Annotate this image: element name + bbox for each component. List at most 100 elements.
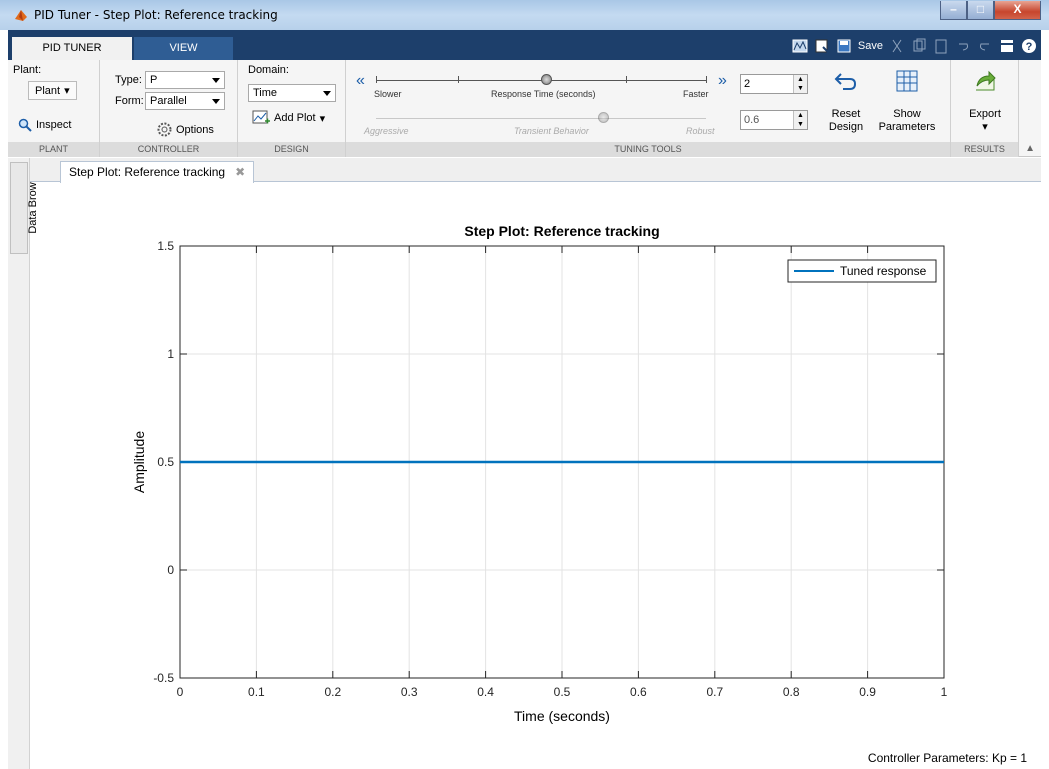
- export-icon: [976, 70, 996, 91]
- type-dropdown[interactable]: P: [145, 71, 225, 89]
- cut-icon[interactable]: [889, 38, 905, 54]
- export-label: Export: [969, 108, 1001, 120]
- y-tick-label: 1: [167, 347, 174, 361]
- controller-section-label: CONTROLLER: [100, 142, 237, 157]
- response-time-value: 2: [744, 78, 751, 90]
- plant-dropdown-value: Plant: [35, 84, 61, 97]
- inspect-label: Inspect: [36, 119, 72, 131]
- table-icon: [896, 70, 918, 92]
- x-tick-label: 0.7: [706, 685, 723, 699]
- inspect-button[interactable]: Inspect: [18, 118, 71, 132]
- export-button[interactable]: Export ▾: [959, 70, 1011, 134]
- chevron-down-icon: [212, 99, 220, 104]
- options-button[interactable]: Options: [157, 122, 214, 137]
- domain-value: Time: [253, 87, 278, 99]
- robust-label: Robust: [686, 126, 715, 136]
- add-plot-button[interactable]: Add Plot ▾: [252, 110, 325, 126]
- window-title: PID Tuner - Step Plot: Reference trackin…: [34, 8, 278, 22]
- x-tick-label: 0: [177, 685, 184, 699]
- form-label: Form:: [115, 95, 144, 107]
- save-icon[interactable]: [836, 38, 852, 54]
- step-plot-chart[interactable]: 0 0.1 0.2 0.3 0.4 0.5 0.6 0.7 0.8 0.9 1-0.500.511.…: [8, 158, 1041, 769]
- help-icon[interactable]: ?: [1021, 38, 1037, 54]
- layout-icon[interactable]: [999, 38, 1015, 54]
- chart-legend: Tuned response: [787, 259, 937, 283]
- chevron-down-icon: ▾: [982, 121, 988, 133]
- plot-toggle-icon[interactable]: [792, 38, 808, 54]
- save-label[interactable]: Save: [858, 40, 883, 52]
- collapse-ribbon-icon[interactable]: ▲: [1025, 143, 1035, 154]
- reset-design-button[interactable]: Reset Design: [822, 70, 870, 134]
- slider-tick: [706, 76, 707, 83]
- x-tick-label: 0.3: [401, 685, 418, 699]
- domain-dropdown[interactable]: Time: [248, 84, 336, 102]
- faster-arrow-icon[interactable]: »: [718, 72, 727, 90]
- chevron-down-icon: ▾: [64, 85, 70, 97]
- transient-spinner[interactable]: 0.6 ▲ ▼: [740, 110, 808, 130]
- controller-section: Type: P Form: Parallel Options CONTROLLE…: [100, 60, 238, 157]
- y-axis-label: Amplitude: [131, 431, 147, 493]
- results-section: Export ▾ RESULTS: [951, 60, 1019, 157]
- reset-design-label-1: Reset: [831, 108, 861, 120]
- transient-behavior-label: Transient Behavior: [514, 126, 589, 136]
- y-tick-label: 1.5: [157, 239, 174, 253]
- show-parameters-label-2: Parameters: [878, 121, 936, 133]
- tab-view[interactable]: VIEW: [134, 37, 233, 60]
- y-tick-label: -0.5: [153, 671, 174, 685]
- redo-icon[interactable]: [977, 38, 993, 54]
- plant-section-label: PLANT: [8, 142, 99, 157]
- undo-icon[interactable]: [955, 38, 971, 54]
- plant-dropdown[interactable]: Plant ▾: [28, 81, 77, 100]
- chevron-down-icon: [212, 78, 220, 83]
- copy-icon[interactable]: [911, 38, 927, 54]
- x-tick-label: 0.8: [783, 685, 800, 699]
- chevron-down-icon: [323, 91, 331, 96]
- maximize-button[interactable]: □: [967, 1, 994, 20]
- chart-title: Step Plot: Reference tracking: [464, 223, 659, 239]
- close-button[interactable]: X: [994, 1, 1041, 20]
- controller-parameters-status: Controller Parameters: Kp = 1: [867, 751, 1027, 765]
- import-icon[interactable]: [814, 38, 830, 54]
- tab-pid-tuner[interactable]: PID TUNER: [12, 37, 132, 60]
- plant-label: Plant:: [13, 64, 42, 76]
- plant-section: Plant: Plant ▾ Inspect PLANT: [8, 60, 100, 157]
- transient-slider-thumb: [598, 112, 609, 123]
- transient-slider-track: [376, 118, 706, 119]
- response-time-label: Response Time (seconds): [491, 89, 596, 99]
- slider-tick: [458, 76, 459, 83]
- toolstrip-tabbar: PID TUNER VIEW Save ?: [8, 30, 1041, 60]
- reset-design-label-2: Design: [828, 121, 864, 133]
- spinner-arrows-icon[interactable]: ▲ ▼: [793, 111, 807, 129]
- response-time-spinner[interactable]: 2 ▲ ▼: [740, 74, 808, 94]
- legend-label: Tuned response: [840, 264, 927, 278]
- document-area: Data Browser Step Plot: Reference tracki…: [8, 158, 1041, 769]
- x-axis-label: Time (seconds): [514, 708, 610, 724]
- transient-value: 0.6: [744, 114, 760, 126]
- faster-label: Faster: [683, 89, 709, 99]
- x-tick-label: 0.1: [248, 685, 265, 699]
- x-tick-label: 0.5: [554, 685, 571, 699]
- reset-arrow-icon: [834, 73, 857, 90]
- response-time-slider-thumb[interactable]: [541, 74, 552, 85]
- slower-arrow-icon[interactable]: «: [356, 72, 365, 90]
- magnifier-icon: [18, 118, 32, 132]
- spinner-arrows-icon[interactable]: ▲ ▼: [793, 75, 807, 93]
- chevron-down-icon: ▾: [319, 112, 326, 125]
- x-tick-label: 0.6: [630, 685, 647, 699]
- form-value: Parallel: [150, 95, 187, 107]
- design-section: Domain: Time Add Plot ▾ DESIGN: [238, 60, 346, 157]
- x-tick-label: 0.4: [477, 685, 494, 699]
- show-parameters-button[interactable]: Show Parameters: [874, 70, 940, 134]
- add-plot-icon: [252, 110, 270, 124]
- form-dropdown[interactable]: Parallel: [145, 92, 225, 110]
- x-tick-label: 0.9: [859, 685, 876, 699]
- show-parameters-label-1: Show: [893, 108, 921, 120]
- quick-access-toolbar: Save ?: [788, 35, 1041, 57]
- design-section-label: DESIGN: [238, 142, 345, 157]
- add-plot-label: Add Plot: [274, 112, 316, 124]
- results-section-label: RESULTS: [951, 142, 1018, 157]
- slider-tick: [376, 76, 377, 83]
- paste-icon[interactable]: [933, 38, 949, 54]
- minimize-button[interactable]: –: [940, 1, 967, 20]
- options-label: Options: [176, 123, 214, 136]
